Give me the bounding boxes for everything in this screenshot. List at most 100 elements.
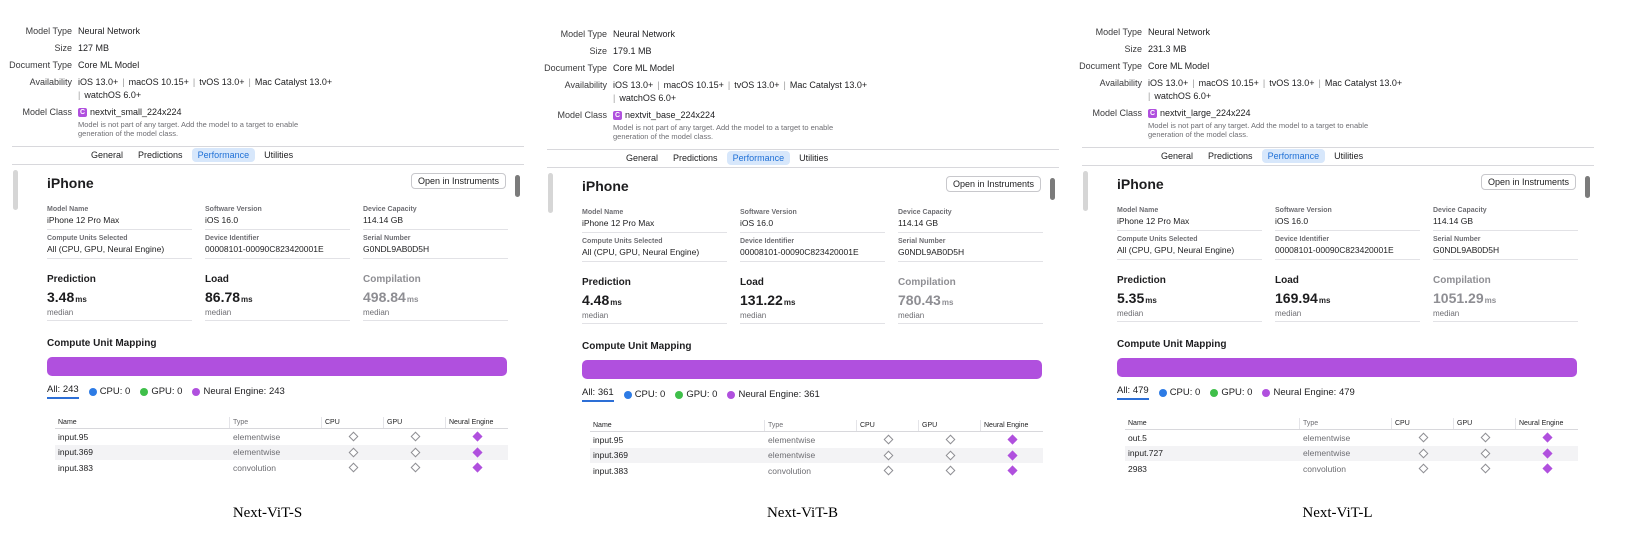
table-header: Name Type CPU GPU Neural Engine [590,420,1043,432]
filter-gpu[interactable]: GPU: 0 [675,389,717,400]
col-name-header[interactable]: Name [55,417,230,428]
model-name-label: Model Name [47,206,89,213]
device-identifier-value: 00008101-00090C823420001E [740,247,859,257]
neural-engine-dot-icon [192,387,201,396]
model-metadata: Model Type Neural Network Size 179.1 MB Do… [535,29,1070,147]
tab-utilities[interactable]: Utilities [793,151,834,165]
table-row[interactable]: input.727 elementwise [1125,445,1578,461]
col-type-header[interactable]: Type [765,420,857,431]
sidebar-scrollbar[interactable] [13,170,18,210]
table-row[interactable]: out.5 elementwise [1125,430,1578,446]
tab-performance[interactable]: Performance [1261,149,1326,163]
col-neural-engine-header[interactable]: Neural Engine [981,420,1043,431]
filter-all[interactable]: All: 361 [582,387,614,402]
col-cpu-header[interactable]: CPU [857,420,919,431]
filter-gpu[interactable]: GPU: 0 [140,386,182,397]
tab-performance[interactable]: Performance [726,151,791,165]
availability-watchos: watchOS 6.0+ [1154,91,1212,101]
filter-neural-engine[interactable]: Neural Engine: 243 [192,386,285,397]
table-header: Name Type CPU GPU Neural Engine [1125,418,1578,430]
table-row[interactable]: input.369 elementwise [590,447,1043,463]
model-class-note: Model is not part of any target. Add the… [613,123,834,141]
availability-watchos: watchOS 6.0+ [84,90,142,100]
table-row[interactable]: input.383 convolution [590,463,1043,479]
tab-bar: General Predictions Performance Utilitie… [85,148,302,162]
panel-next-vit-b: Model Type Neural Network Size 179.1 MB Do… [535,0,1070,500]
content-scrollbar[interactable] [1585,176,1590,198]
model-class-link[interactable]: nextvit_small_224x224 [90,107,182,118]
prediction-unit: ms [75,295,87,304]
filter-neural-engine[interactable]: Neural Engine: 361 [727,389,820,400]
prediction-median: median [47,308,74,317]
caption-next-vit-b: Next-ViT-B [766,505,839,521]
filter-neural-engine[interactable]: Neural Engine: 479 [1262,387,1355,398]
open-in-instruments-button[interactable]: Open in Instruments [1480,174,1576,190]
device-capacity-label: Device Capacity [363,206,417,213]
content-scrollbar[interactable] [1050,178,1055,200]
tab-performance[interactable]: Performance [191,148,256,162]
tab-general[interactable]: General [85,148,129,162]
col-gpu-header[interactable]: GPU [919,420,981,431]
filter-cpu[interactable]: CPU: 0 [88,386,130,397]
document-type-value: Core ML Model [78,60,140,70]
col-cpu-header[interactable]: CPU [322,417,384,428]
performance-report: iPhone Open in Instruments Model Name iPh… [1082,171,1594,491]
filter-gpu-label: GPU: 0 [151,386,183,397]
filter-cpu[interactable]: CPU: 0 [623,389,665,400]
device-capacity-value: 114.14 GB [363,215,404,225]
col-neural-engine-header[interactable]: Neural Engine [1516,418,1578,429]
sidebar-scrollbar[interactable] [1083,171,1088,211]
tab-predictions[interactable]: Predictions [667,151,724,165]
filter-gpu[interactable]: GPU: 0 [1210,387,1252,398]
compute-units-value: All (CPU, GPU, Neural Engine) [1117,245,1235,255]
table-header: Name Type CPU GPU Neural Engine [55,417,508,429]
load-label: Load [740,277,764,288]
load-value: 131.22 [740,292,783,308]
availability-tvos: tvOS 13.0+ [199,77,245,87]
availability-mac-catalyst: Mac Catalyst 13.0+ [254,77,333,87]
table-row[interactable]: input.383 convolution [55,460,508,476]
tab-utilities[interactable]: Utilities [1328,149,1369,163]
col-name-header[interactable]: Name [590,420,765,431]
tab-divider-bottom [1082,165,1594,166]
col-gpu-header[interactable]: GPU [384,417,446,428]
device-identifier-label: Device Identifier [205,235,260,242]
tab-predictions[interactable]: Predictions [132,148,189,162]
layer-name: input.369 [58,447,93,458]
table-row[interactable]: input.95 elementwise [55,429,508,445]
model-class-link[interactable]: nextvit_base_224x224 [625,110,715,121]
table-row[interactable]: input.369 elementwise [55,444,508,460]
tab-general[interactable]: General [620,151,664,165]
filter-all[interactable]: All: 243 [47,384,79,399]
filter-all[interactable]: All: 479 [1117,385,1149,400]
table-row[interactable]: 2983 convolution [1125,461,1578,477]
table-row[interactable]: input.95 elementwise [590,432,1043,448]
tab-predictions[interactable]: Predictions [1202,149,1259,163]
open-in-instruments-button[interactable]: Open in Instruments [945,176,1041,192]
tab-utilities[interactable]: Utilities [258,148,299,162]
col-cpu-header[interactable]: CPU [1392,418,1454,429]
load-median: median [740,311,767,320]
col-neural-engine-header[interactable]: Neural Engine [446,417,508,428]
filter-cpu[interactable]: CPU: 0 [1158,387,1200,398]
model-metadata: Model Type Neural Network Size 127 MB Docu… [0,26,535,144]
load-label: Load [1275,275,1299,286]
col-name-header[interactable]: Name [1125,418,1300,429]
tab-divider-bottom [547,167,1059,168]
caption-next-vit-s: Next-ViT-S [232,505,303,521]
availability-tvos: tvOS 13.0+ [1269,78,1315,88]
layer-name: input.95 [593,434,624,445]
software-version-label: Software Version [740,209,797,216]
col-type-header[interactable]: Type [230,417,322,428]
col-gpu-header[interactable]: GPU [1454,418,1516,429]
neural-engine-selected-icon [1542,448,1552,459]
layer-type: elementwise [233,447,281,458]
neural-engine-selected-icon [1007,465,1017,476]
tab-general[interactable]: General [1155,149,1199,163]
sidebar-scrollbar[interactable] [548,173,553,213]
content-scrollbar[interactable] [515,175,520,197]
model-class-link[interactable]: nextvit_large_224x224 [1160,108,1251,119]
open-in-instruments-button[interactable]: Open in Instruments [410,173,506,189]
device-title: iPhone [1117,176,1164,192]
col-type-header[interactable]: Type [1300,418,1392,429]
